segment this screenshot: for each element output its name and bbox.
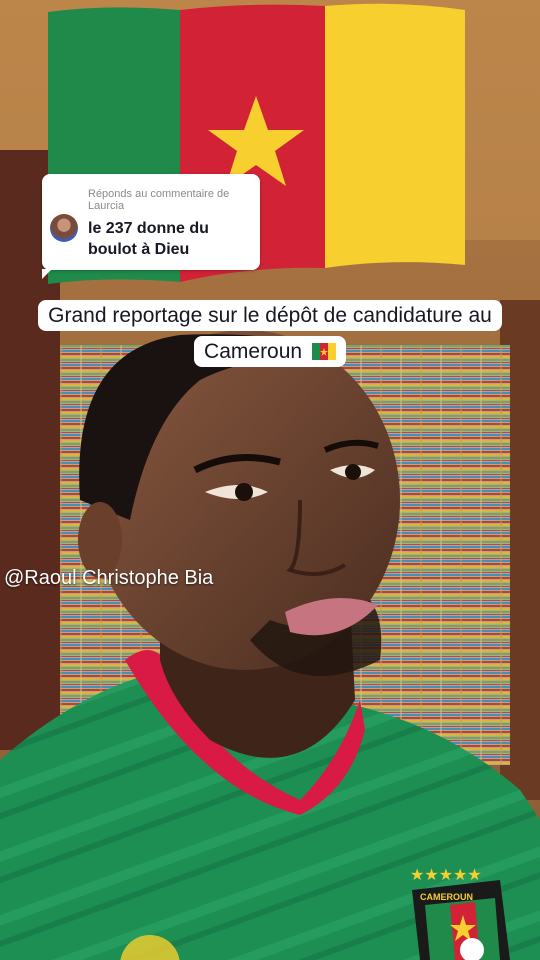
comment-reply-bubble[interactable]: Réponds au commentaire de Laurcia le 237… bbox=[42, 174, 260, 279]
cameroon-flag-emoji-icon bbox=[311, 343, 336, 360]
caption-text-1: Grand reportage sur le dépôt de candidat… bbox=[48, 304, 492, 327]
svg-text:★★★★★: ★★★★★ bbox=[410, 865, 482, 884]
creator-mention[interactable]: @Raoul Christophe Bia bbox=[4, 567, 213, 590]
caption-line-1: Grand reportage sur le dépôt de candidat… bbox=[38, 300, 502, 331]
video-caption: Grand reportage sur le dépôt de candidat… bbox=[0, 298, 540, 370]
caption-text-2: Cameroun bbox=[204, 340, 303, 363]
video-frame: CAMEROUN ★★★★★ bbox=[0, 0, 540, 960]
crest-text: CAMEROUN bbox=[420, 892, 473, 902]
caption-line-2: Cameroun bbox=[194, 336, 346, 367]
reply-header: Réponds au commentaire de Laurcia bbox=[88, 188, 230, 212]
commenter-avatar bbox=[50, 214, 78, 242]
reply-comment-text: le 237 donne du boulot à Dieu bbox=[88, 220, 209, 258]
